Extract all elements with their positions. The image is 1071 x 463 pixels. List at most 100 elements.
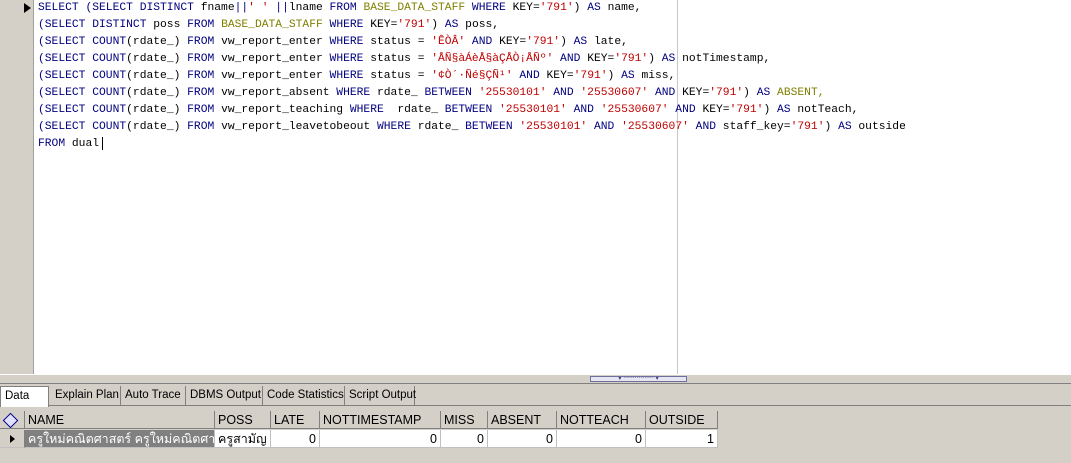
column-header-notteach[interactable]: NOTTEACH (557, 411, 646, 429)
grid-corner[interactable] (0, 411, 25, 429)
code-token: ABSENT, (777, 87, 825, 99)
code-line[interactable]: (SELECT DISTINCT poss FROM BASE_DATA_STA… (38, 17, 906, 34)
code-token: SELECT (SELECT DISTINCT (38, 2, 201, 14)
code-line[interactable]: (SELECT COUNT(rdate_) FROM vw_report_abs… (38, 85, 906, 102)
code-token: ) (763, 104, 778, 116)
code-token: vw_report_teaching (221, 104, 344, 116)
code-token: WHERE (322, 19, 371, 31)
code-token: AND (688, 121, 723, 133)
tab-code-statistics[interactable]: Code Statistics (263, 386, 345, 405)
column-header-nottimestamp[interactable]: NOTTIMESTAMP (320, 411, 441, 429)
code-token: AND (553, 53, 588, 65)
code-token: (SELECT COUNT (38, 36, 127, 48)
grid-cell-late[interactable]: 0 (271, 430, 320, 448)
code-token: (SELECT COUNT (38, 121, 127, 133)
code-token: BASE_DATA_STAFF (363, 2, 466, 14)
code-token: KEY= (546, 70, 574, 82)
code-token: BETWEEN (444, 104, 500, 116)
column-header-miss[interactable]: MISS (441, 411, 488, 429)
code-token: AND (648, 87, 683, 99)
tab-data[interactable]: Data (0, 386, 49, 407)
code-token: AND (546, 87, 581, 99)
code-token: lname (288, 2, 323, 14)
code-token: dual (71, 138, 100, 150)
grid-cell-name[interactable]: ครูใหม่คณิตศาสตร์ ครูใหม่คณิตศาสตร์ (25, 430, 215, 448)
code-line[interactable]: FROM dual (38, 136, 906, 153)
code-token: FROM (187, 36, 222, 48)
sql-code[interactable]: SELECT (SELECT DISTINCT fname||' ' ||lna… (38, 0, 906, 153)
code-token: poss, (465, 19, 500, 31)
grid-corner-icon (2, 412, 19, 428)
code-line[interactable]: (SELECT COUNT(rdate_) FROM vw_report_ent… (38, 51, 906, 68)
column-header-name[interactable]: NAME (25, 411, 215, 429)
code-token: ' ' (248, 2, 269, 14)
code-token: FROM (187, 104, 222, 116)
code-line[interactable]: (SELECT COUNT(rdate_) FROM vw_report_lea… (38, 119, 906, 136)
column-header-absent[interactable]: ABSENT (488, 411, 557, 429)
code-line[interactable]: (SELECT COUNT(rdate_) FROM vw_report_tea… (38, 102, 906, 119)
grid-cell-notteach[interactable]: 0 (557, 430, 646, 448)
code-token: outside (858, 121, 906, 133)
code-token: ) (560, 36, 574, 48)
code-token: (rdate_) (126, 70, 188, 82)
code-token: '25530101' (519, 121, 588, 133)
column-header-outside[interactable]: OUTSIDE (646, 411, 718, 429)
code-token: '791' (573, 70, 608, 82)
code-token: WHERE (322, 53, 371, 65)
code-token: (rdate_) (126, 53, 188, 65)
code-token: '791' (614, 53, 649, 65)
results-grid[interactable]: NAME POSS LATE NOTTIMESTAMP MISS ABSENT NOTTEA… (0, 411, 1071, 463)
code-token: 'ÅÑ§àÁèÅ§àÇÅÒ¡ÅÑº' (431, 53, 554, 65)
column-header-late[interactable]: LATE (271, 411, 320, 429)
splitter-grip-handle[interactable]: ▾ ················ ▾ (590, 376, 687, 382)
code-token: FROM (322, 2, 364, 14)
text-caret (102, 136, 104, 150)
code-line[interactable]: (SELECT COUNT(rdate_) FROM vw_report_ent… (38, 68, 906, 85)
code-token: AS (573, 36, 594, 48)
row-indicator[interactable] (0, 430, 25, 448)
grid-cell-absent[interactable]: 0 (488, 430, 557, 448)
column-header-poss[interactable]: POSS (215, 411, 271, 429)
code-token: FROM (187, 53, 222, 65)
code-token: status = (370, 53, 432, 65)
code-token: FROM (38, 138, 72, 150)
pane-splitter[interactable]: ▾ ················ ▾ (0, 374, 1071, 384)
code-token: WHERE (329, 87, 377, 99)
code-token: ) (431, 19, 445, 31)
code-token: notTimestamp, (682, 53, 771, 65)
code-token: '25530607' (580, 87, 649, 99)
code-line[interactable]: SELECT (SELECT DISTINCT fname||' ' ||lna… (38, 0, 906, 17)
code-token: AS (777, 104, 798, 116)
code-token: AND (465, 36, 500, 48)
code-token: rdate_ (397, 104, 445, 116)
sql-editor[interactable]: SELECT (SELECT DISTINCT fname||' ' ||lna… (0, 0, 1071, 374)
code-token: ) (824, 121, 839, 133)
grid-cell-miss[interactable]: 0 (441, 430, 488, 448)
code-token: WHERE (322, 70, 371, 82)
code-token: poss (153, 19, 181, 31)
code-token: (rdate_) (126, 87, 188, 99)
code-token: KEY= (370, 19, 398, 31)
code-token: FROM (187, 70, 222, 82)
code-line[interactable]: (SELECT COUNT(rdate_) FROM vw_report_ent… (38, 34, 906, 51)
tab-explain-plan[interactable]: Explain Plan (51, 386, 121, 405)
code-token: ) (607, 70, 622, 82)
grid-cell-nottimestamp[interactable]: 0 (320, 430, 441, 448)
tab-script-output[interactable]: Script Output (345, 386, 416, 405)
tab-dbms-output[interactable]: DBMS Output (186, 386, 263, 405)
code-token: FROM (187, 87, 222, 99)
code-token: vw_report_leavetobeout (221, 121, 371, 133)
code-token: ) (573, 2, 588, 14)
code-token: vw_report_absent (221, 87, 330, 99)
tab-auto-trace[interactable]: Auto Trace (121, 386, 186, 405)
grid-cell-outside[interactable]: 1 (646, 430, 718, 448)
code-token: rdate_ (417, 121, 466, 133)
code-token: name, (607, 2, 642, 14)
code-token: AS (444, 19, 466, 31)
grid-cell-poss[interactable]: ครูสามัญ (215, 430, 271, 448)
code-token: || (234, 2, 249, 14)
code-token: '791' (526, 36, 561, 48)
code-token: '25530607' (621, 121, 689, 133)
code-token: (SELECT DISTINCT (38, 19, 154, 31)
code-token: '¢Ò´·Ñé§ÇÑ¹' (431, 70, 513, 82)
